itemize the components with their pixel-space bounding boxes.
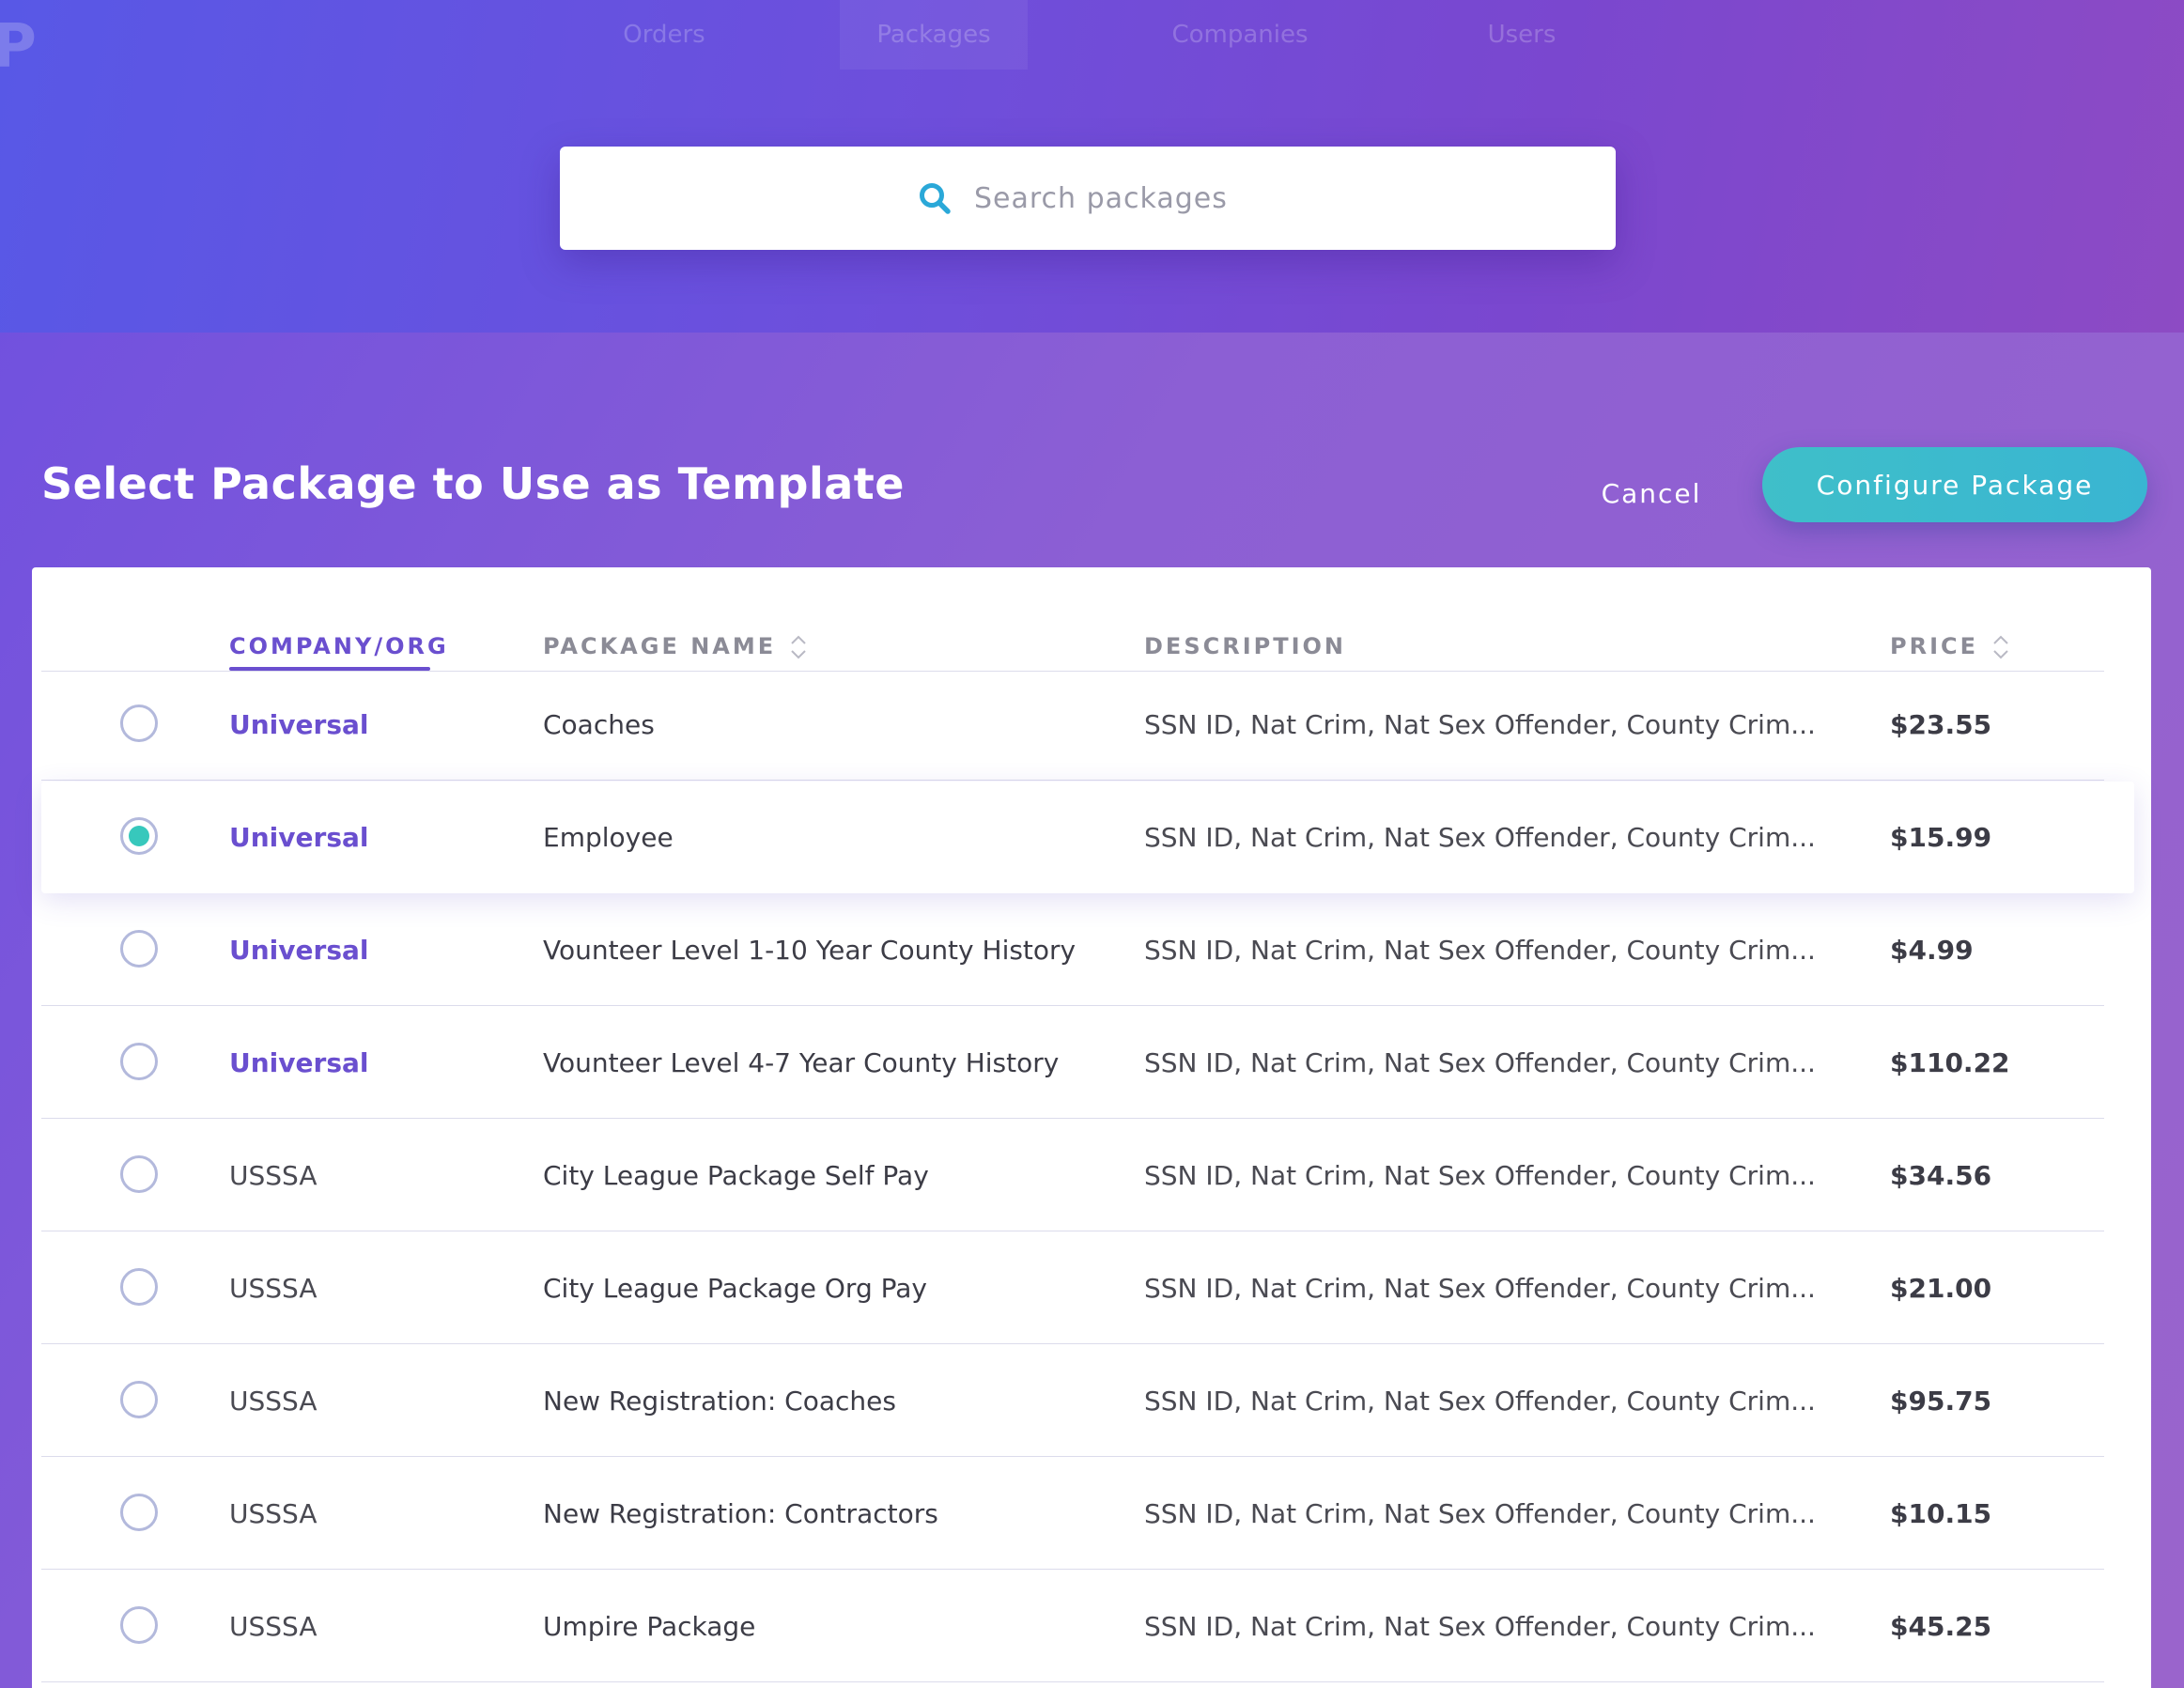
- table-row[interactable]: USSSA City League Package Self Pay SSN ID,…: [41, 1120, 2104, 1231]
- cell-price: $45.25: [1890, 1611, 1992, 1642]
- cell-description: SSN ID, Nat Crim, Nat Sex Offender, Coun…: [1144, 1498, 1816, 1529]
- cell-company: Universal: [229, 1047, 369, 1078]
- cell-company: USSSA: [229, 1273, 318, 1304]
- cell-package-name: City League Package Org Pay: [543, 1273, 927, 1304]
- cell-description: SSN ID, Nat Crim, Nat Sex Offender, Coun…: [1144, 1047, 1816, 1078]
- table-row[interactable]: Universal Vounteer Level 4-7 Year County …: [41, 1007, 2104, 1119]
- column-header-label: DESCRIPTION: [1144, 633, 1347, 659]
- cell-package-name: New Registration: Contractors: [543, 1498, 938, 1529]
- search-box[interactable]: [560, 147, 1616, 250]
- cell-package-name: Vounteer Level 1-10 Year County History: [543, 935, 1077, 966]
- cell-company: Universal: [229, 935, 369, 966]
- table-row[interactable]: USSSA New Registration: Contractors SSN ID…: [41, 1458, 2104, 1570]
- row-radio-button[interactable]: [120, 705, 158, 742]
- cell-company: USSSA: [229, 1498, 318, 1529]
- cancel-button[interactable]: Cancel: [1578, 460, 1725, 526]
- column-header-package-name[interactable]: PACKAGE NAME: [543, 624, 808, 669]
- sort-icon[interactable]: [1991, 632, 2010, 662]
- cell-description: SSN ID, Nat Crim, Nat Sex Offender, Coun…: [1144, 935, 1816, 966]
- top-nav: Orders Packages Companies Users: [0, 0, 2184, 70]
- cell-description: SSN ID, Nat Crim, Nat Sex Offender, Coun…: [1144, 1386, 1816, 1417]
- cell-price: $21.00: [1890, 1273, 1992, 1304]
- cell-company: USSSA: [229, 1160, 318, 1191]
- cell-package-name: Umpire Package: [543, 1611, 756, 1642]
- nav-users[interactable]: Users: [1428, 0, 1616, 70]
- cell-package-name: New Registration: Coaches: [543, 1386, 896, 1417]
- row-radio-button[interactable]: [120, 817, 158, 855]
- table-row[interactable]: USSSA City League Package Org Pay SSN ID, …: [41, 1232, 2104, 1344]
- table-row[interactable]: Universal Employee SSN ID, Nat Crim, Nat S…: [41, 782, 2134, 893]
- cell-description: SSN ID, Nat Crim, Nat Sex Offender, Coun…: [1144, 822, 1816, 853]
- cell-price: $4.99: [1890, 935, 1974, 966]
- cell-price: $10.15: [1890, 1498, 1992, 1529]
- row-radio-button[interactable]: [120, 1043, 158, 1080]
- row-radio-button[interactable]: [120, 1155, 158, 1193]
- cell-company: USSSA: [229, 1386, 318, 1417]
- cell-description: SSN ID, Nat Crim, Nat Sex Offender, Coun…: [1144, 1160, 1816, 1191]
- column-header-label: PACKAGE NAME: [543, 633, 777, 659]
- table-row[interactable]: USSSA Umpire Package SSN ID, Nat Crim, Nat…: [41, 1571, 2104, 1682]
- nav-companies[interactable]: Companies: [1146, 0, 1334, 70]
- cell-price: $23.55: [1890, 709, 1992, 740]
- page-title: Select Package to Use as Template: [41, 458, 905, 509]
- cell-package-name: City League Package Self Pay: [543, 1160, 929, 1191]
- column-header-description: DESCRIPTION: [1144, 624, 1346, 669]
- column-header-company[interactable]: COMPANY/ORG: [229, 624, 449, 669]
- cell-company: Universal: [229, 709, 369, 740]
- cell-company: USSSA: [229, 1611, 318, 1642]
- configure-package-button[interactable]: Configure Package: [1762, 447, 2147, 522]
- packages-table: COMPANY/ORG PACKAGE NAME DESCRIPTION PRI…: [32, 567, 2151, 1688]
- column-header-label: COMPANY/ORG: [229, 633, 449, 659]
- cell-price: $34.56: [1890, 1160, 1992, 1191]
- header-banner: P Orders Packages Companies Users: [0, 0, 2184, 333]
- table-header: COMPANY/ORG PACKAGE NAME DESCRIPTION PRI…: [41, 624, 2104, 672]
- cell-description: SSN ID, Nat Crim, Nat Sex Offender, Coun…: [1144, 709, 1816, 740]
- radio-selected-dot: [129, 826, 149, 846]
- row-radio-button[interactable]: [120, 1268, 158, 1306]
- cell-company: Universal: [229, 822, 369, 853]
- cell-package-name: Vounteer Level 4-7 Year County History: [543, 1047, 1060, 1078]
- cell-package-name: Coaches: [543, 709, 655, 740]
- search-icon: [918, 181, 952, 215]
- table-row[interactable]: Universal Vounteer Level 1-10 Year County…: [41, 894, 2104, 1006]
- cell-price: $110.22: [1890, 1047, 2010, 1078]
- cell-package-name: Employee: [543, 822, 674, 853]
- column-header-label: PRICE: [1890, 633, 1979, 659]
- row-radio-button[interactable]: [120, 1606, 158, 1644]
- row-radio-button[interactable]: [120, 1494, 158, 1531]
- row-radio-button[interactable]: [120, 1381, 158, 1418]
- search-input[interactable]: [972, 180, 1258, 216]
- row-radio-button[interactable]: [120, 930, 158, 968]
- nav-packages[interactable]: Packages: [840, 0, 1028, 70]
- table-row[interactable]: Universal Coaches SSN ID, Nat Crim, Nat Se…: [41, 669, 2104, 781]
- cell-price: $95.75: [1890, 1386, 1992, 1417]
- cell-price: $15.99: [1890, 822, 1992, 853]
- table-row[interactable]: USSSA New Registration: Coaches SSN ID, Na…: [41, 1345, 2104, 1457]
- column-header-price[interactable]: PRICE: [1890, 624, 2010, 669]
- cell-description: SSN ID, Nat Crim, Nat Sex Offender, Coun…: [1144, 1611, 1816, 1642]
- nav-orders[interactable]: Orders: [575, 0, 753, 70]
- sort-icon[interactable]: [789, 632, 808, 662]
- cell-description: SSN ID, Nat Crim, Nat Sex Offender, Coun…: [1144, 1273, 1816, 1304]
